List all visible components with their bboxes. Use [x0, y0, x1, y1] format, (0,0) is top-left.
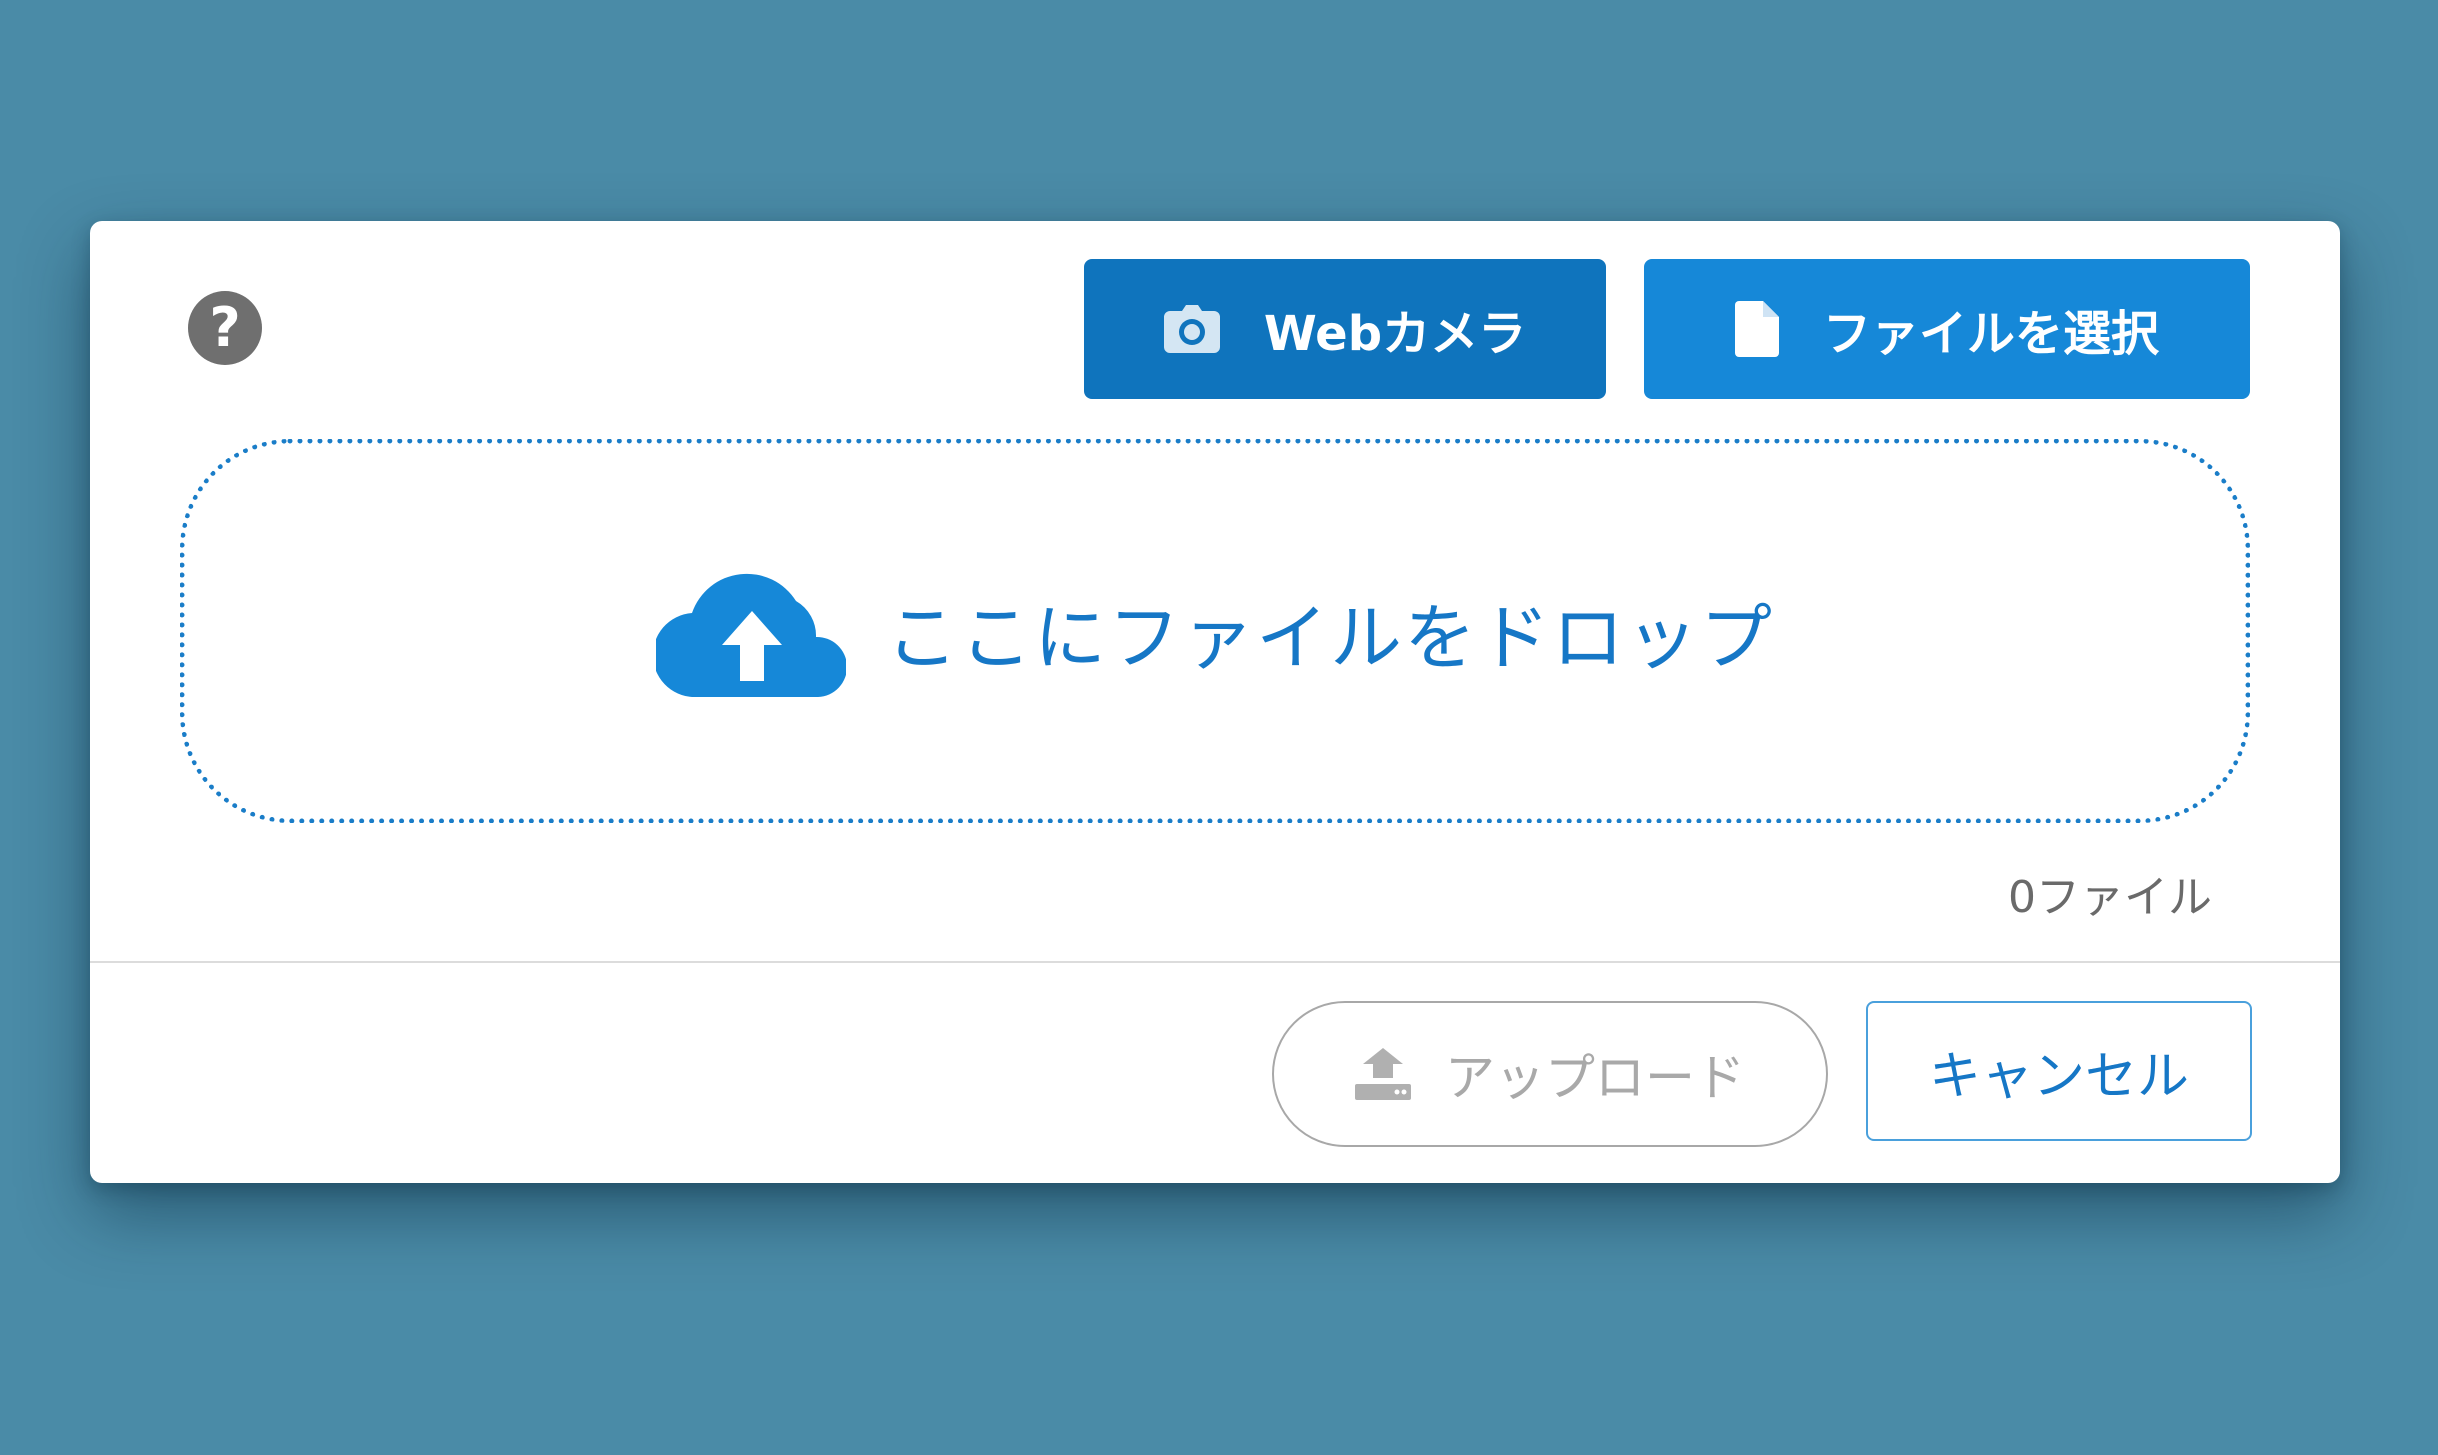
dropzone-text: ここにファイルをドロップ	[885, 595, 1774, 680]
cancel-button-label: キャンセル	[1928, 1046, 2189, 1107]
file-icon	[1734, 301, 1779, 357]
upload-button-label: アップロード	[1445, 1049, 1745, 1107]
help-icon[interactable]: ?	[188, 291, 262, 365]
cancel-button[interactable]: キャンセル	[1866, 1001, 2252, 1141]
upload-button[interactable]: アップロード	[1272, 1001, 1828, 1147]
cloud-upload-icon	[655, 565, 846, 697]
webcam-button-label: Webカメラ	[1263, 306, 1527, 362]
select-file-button-label: ファイルを選択	[1822, 306, 2159, 362]
webcam-button[interactable]: Webカメラ	[1084, 259, 1606, 399]
upload-icon	[1355, 1048, 1411, 1100]
upload-dialog: ? Webカメラ ファイルを選択 ここにファイルをドロップ 0ファイル アップロ…	[90, 221, 2340, 1183]
camera-icon	[1163, 305, 1220, 353]
file-count: 0ファイル	[2008, 872, 2212, 923]
file-dropzone[interactable]: ここにファイルをドロップ	[180, 439, 2250, 823]
select-file-button[interactable]: ファイルを選択	[1644, 259, 2250, 399]
footer-divider	[90, 961, 2340, 963]
